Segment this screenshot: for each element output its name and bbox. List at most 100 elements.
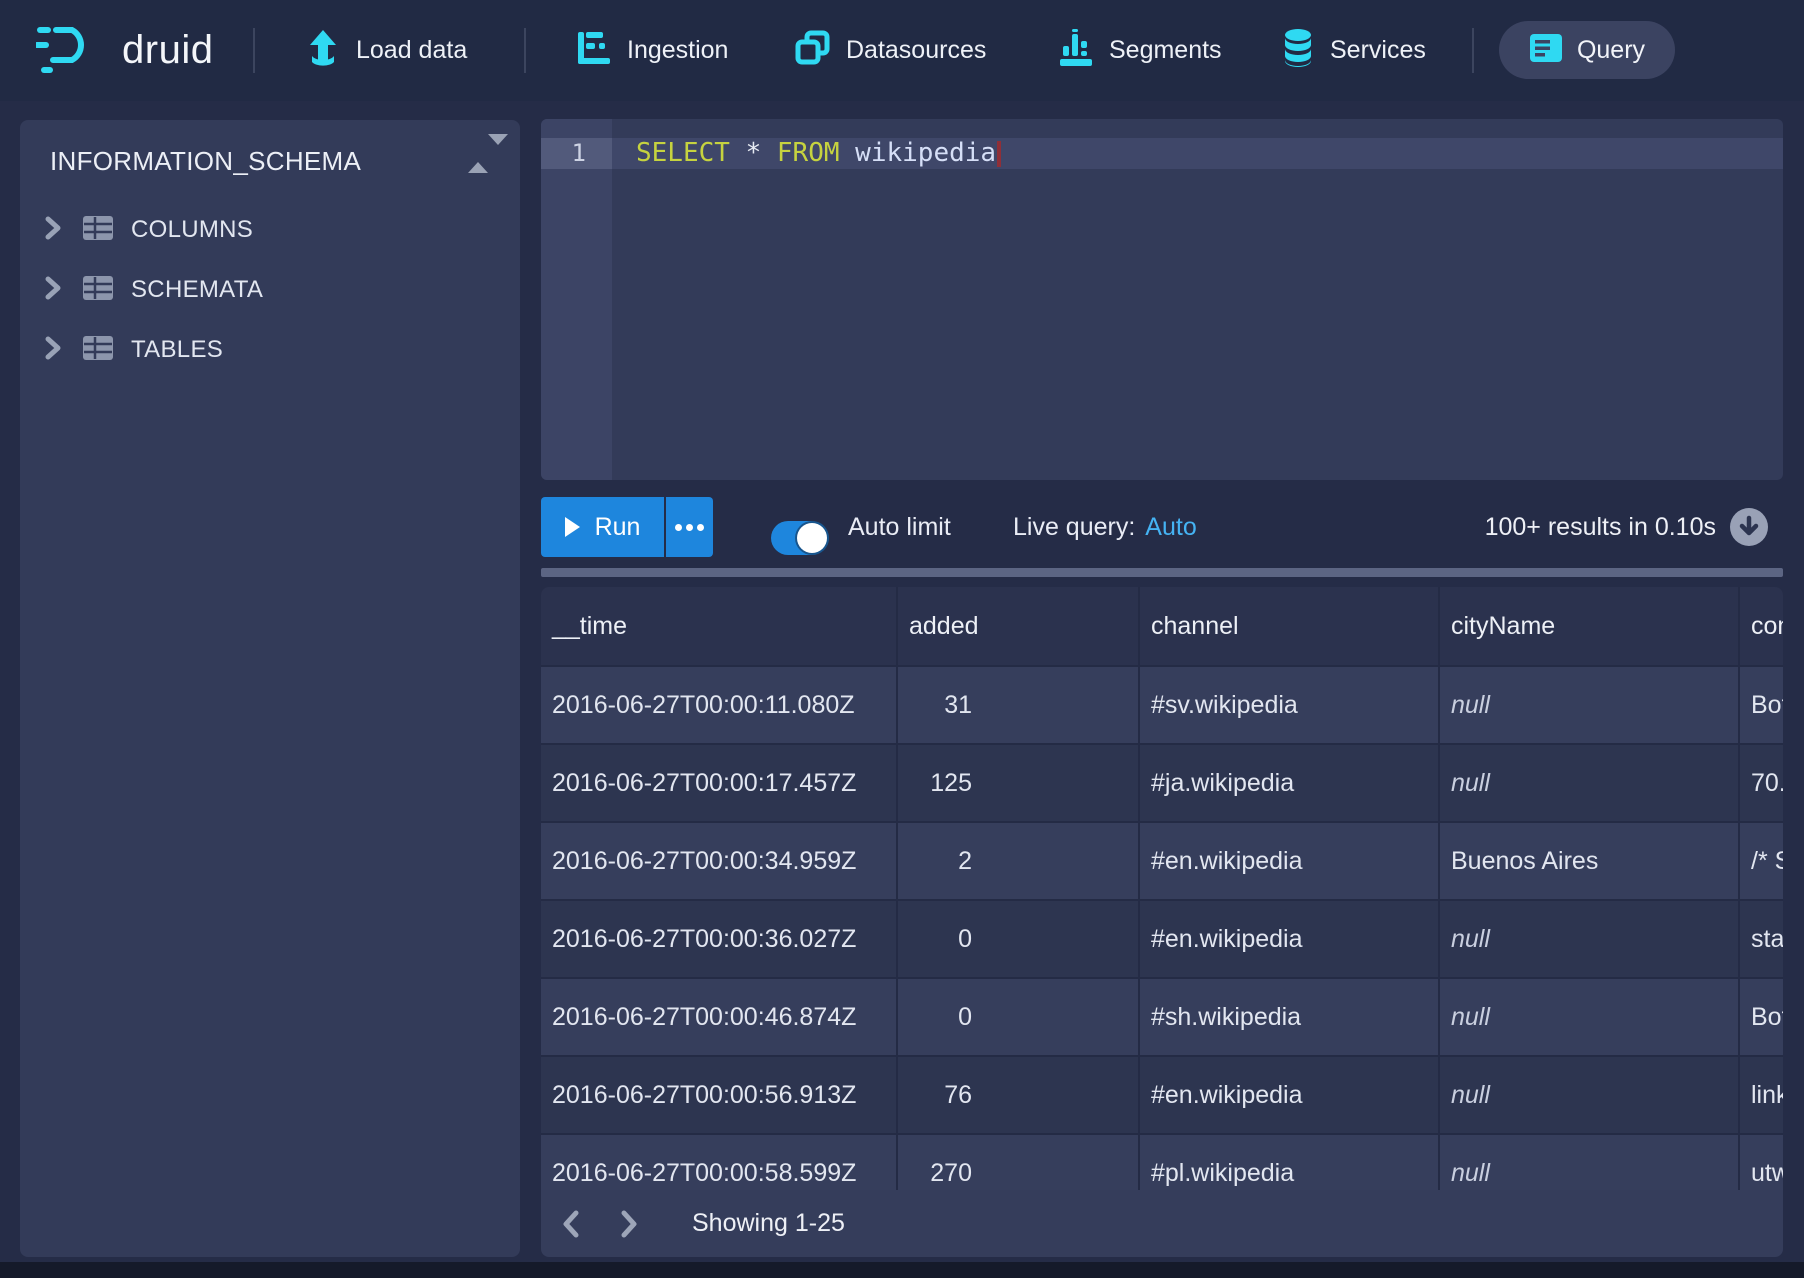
tree-item-tables[interactable]: TABLES xyxy=(20,320,520,380)
chevron-right-icon xyxy=(44,275,62,306)
column-header-added[interactable]: added xyxy=(898,587,1140,667)
cell-comment[interactable]: Bot xyxy=(1740,979,1783,1057)
tree-item-label: SCHEMATA xyxy=(131,276,263,304)
column-header-comment[interactable]: comment xyxy=(1740,587,1783,667)
druid-logo[interactable]: druid xyxy=(36,0,213,101)
cell-channel[interactable]: #pl.wikipedia xyxy=(1140,1135,1440,1190)
live-query-value[interactable]: Auto xyxy=(1145,513,1196,542)
table-icon xyxy=(82,335,114,366)
cell-time[interactable]: 2016-06-27T00:00:11.080Z xyxy=(541,667,898,745)
cell-added[interactable]: 0 xyxy=(898,901,1140,979)
cell-time[interactable]: 2016-06-27T00:00:34.959Z xyxy=(541,823,898,901)
play-icon xyxy=(565,517,580,537)
ellipsis-icon xyxy=(675,524,682,531)
chevron-left-icon xyxy=(560,1209,582,1239)
table-row: 2016-06-27T00:00:17.457Z 125 #ja.wikiped… xyxy=(541,745,1783,823)
cell-added[interactable]: 270 xyxy=(898,1135,1140,1190)
brand-name: druid xyxy=(122,28,213,73)
cell-added[interactable]: 76 xyxy=(898,1057,1140,1135)
cell-comment[interactable]: link xyxy=(1740,1057,1783,1135)
double-caret-icon[interactable] xyxy=(468,145,490,175)
cell-channel[interactable]: #ja.wikipedia xyxy=(1140,745,1440,823)
cell-comment[interactable]: 70. xyxy=(1740,745,1783,823)
chevron-right-icon xyxy=(44,335,62,366)
cell-comment[interactable]: utw xyxy=(1740,1135,1783,1190)
table-row: 2016-06-27T00:00:36.027Z 0 #en.wikipedia… xyxy=(541,901,1783,979)
sql-query-text[interactable]: SELECT * FROM wikipedia xyxy=(636,138,1001,169)
run-button-label: Run xyxy=(595,513,641,542)
cell-comment[interactable]: /* S xyxy=(1740,823,1783,901)
navbar: druid Load data Ingestion xyxy=(0,0,1804,101)
table-icon xyxy=(82,215,114,246)
schema-tree: COLUMNS SCHEMATA xyxy=(20,200,520,380)
column-header-time[interactable]: __time xyxy=(541,587,898,667)
nav-label-query: Query xyxy=(1577,36,1645,65)
tree-item-label: TABLES xyxy=(131,336,223,364)
schema-explorer-panel: INFORMATION_SCHEMA COLUMNS xyxy=(20,120,520,1257)
cell-added[interactable]: 2 xyxy=(898,823,1140,901)
cell-channel[interactable]: #sh.wikipedia xyxy=(1140,979,1440,1057)
cell-channel[interactable]: #en.wikipedia xyxy=(1140,823,1440,901)
schema-selector[interactable]: INFORMATION_SCHEMA xyxy=(20,120,520,208)
prev-page-button[interactable] xyxy=(560,1209,582,1239)
sql-table-name: wikipedia xyxy=(855,138,996,168)
druid-logo-icon xyxy=(36,22,108,79)
sql-keyword: SELECT xyxy=(636,138,730,168)
next-page-button[interactable] xyxy=(618,1209,640,1239)
cell-cityname[interactable]: null xyxy=(1440,901,1740,979)
nav-item-query[interactable]: Query xyxy=(1499,21,1675,79)
services-icon xyxy=(1281,28,1315,73)
cell-cityname[interactable]: null xyxy=(1440,1135,1740,1190)
resize-handle[interactable] xyxy=(541,568,1783,577)
download-button[interactable] xyxy=(1730,508,1768,546)
cell-cityname[interactable]: Buenos Aires xyxy=(1440,823,1740,901)
cell-cityname[interactable]: null xyxy=(1440,1057,1740,1135)
cell-time[interactable]: 2016-06-27T00:00:46.874Z xyxy=(541,979,898,1057)
cell-channel[interactable]: #en.wikipedia xyxy=(1140,901,1440,979)
editor-line-number: 1 xyxy=(541,138,612,169)
cell-time[interactable]: 2016-06-27T00:00:36.027Z xyxy=(541,901,898,979)
nav-label-services: Services xyxy=(1330,36,1426,65)
nav-item-services[interactable]: Services xyxy=(1281,0,1426,101)
cell-cityname[interactable]: null xyxy=(1440,667,1740,745)
nav-label-ingestion: Ingestion xyxy=(627,36,728,65)
chevron-right-icon xyxy=(618,1209,640,1239)
ingestion-icon xyxy=(576,30,612,71)
query-icon xyxy=(1529,33,1563,68)
column-header-cityname[interactable]: cityName xyxy=(1440,587,1740,667)
tree-item-columns[interactable]: COLUMNS xyxy=(20,200,520,260)
cell-cityname[interactable]: null xyxy=(1440,745,1740,823)
tree-item-schemata[interactable]: SCHEMATA xyxy=(20,260,520,320)
live-query-control: Live query: Auto xyxy=(1013,497,1197,557)
nav-separator xyxy=(524,28,526,73)
sql-editor[interactable]: 1 SELECT * FROM wikipedia xyxy=(541,119,1783,480)
cell-comment[interactable]: sta xyxy=(1740,901,1783,979)
more-button[interactable] xyxy=(666,497,713,557)
results-count-text: 100+ results in 0.10s xyxy=(1485,513,1716,542)
nav-item-load-data[interactable]: Load data xyxy=(305,0,467,101)
bottom-bar xyxy=(0,1262,1804,1278)
cell-added[interactable]: 0 xyxy=(898,979,1140,1057)
run-button[interactable]: Run xyxy=(541,497,664,557)
nav-item-segments[interactable]: Segments xyxy=(1058,0,1222,101)
cell-time[interactable]: 2016-06-27T00:00:56.913Z xyxy=(541,1057,898,1135)
cell-added[interactable]: 31 xyxy=(898,667,1140,745)
cell-channel[interactable]: #en.wikipedia xyxy=(1140,1057,1440,1135)
cell-comment[interactable]: Bot xyxy=(1740,667,1783,745)
nav-item-datasources[interactable]: Datasources xyxy=(795,0,986,101)
cell-time[interactable]: 2016-06-27T00:00:58.599Z xyxy=(541,1135,898,1190)
cell-channel[interactable]: #sv.wikipedia xyxy=(1140,667,1440,745)
nav-item-ingestion[interactable]: Ingestion xyxy=(576,0,728,101)
results-summary: 100+ results in 0.10s xyxy=(1485,497,1768,557)
upload-icon xyxy=(305,29,341,72)
download-icon xyxy=(1738,515,1760,539)
cell-cityname[interactable]: null xyxy=(1440,979,1740,1057)
table-row: 2016-06-27T00:00:56.913Z 76 #en.wikipedi… xyxy=(541,1057,1783,1135)
cell-time[interactable]: 2016-06-27T00:00:17.457Z xyxy=(541,745,898,823)
auto-limit-toggle[interactable] xyxy=(771,521,829,555)
toggle-knob xyxy=(797,523,827,553)
cell-added[interactable]: 125 xyxy=(898,745,1140,823)
column-header-channel[interactable]: channel xyxy=(1140,587,1440,667)
table-row: 2016-06-27T00:00:34.959Z 2 #en.wikipedia… xyxy=(541,823,1783,901)
sql-keyword: FROM xyxy=(777,138,840,168)
